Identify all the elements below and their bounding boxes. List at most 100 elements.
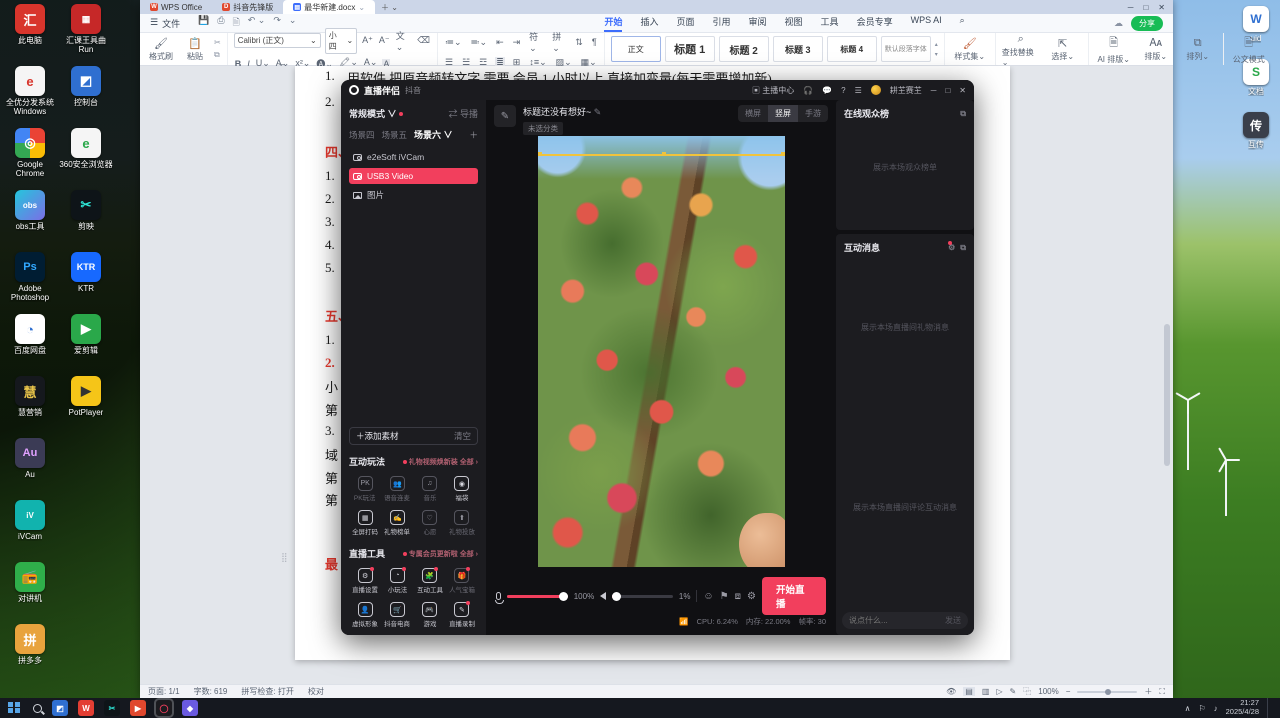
director-mode-button[interactable]: ⇄ 导播	[448, 107, 478, 120]
zoom-in-icon[interactable]: ＋	[1144, 686, 1152, 697]
maximize-button[interactable]: □	[945, 86, 950, 95]
desktop-icon[interactable]: ◎ Google Chrome	[2, 128, 58, 190]
source-item[interactable]: e2eSoft iVCam	[349, 149, 478, 165]
play-item[interactable]: ▦ 全屏打码	[349, 510, 381, 537]
view-mode-icon[interactable]: ▤	[963, 687, 975, 696]
share-button[interactable]: 分享	[1131, 15, 1163, 31]
taskbar-app-wps[interactable]: W	[78, 700, 94, 716]
tools-badge[interactable]: 专属会员更新啦 全部 ›	[401, 549, 478, 559]
search-icon[interactable]: ⌕	[960, 15, 965, 32]
microphone-icon[interactable]	[495, 592, 504, 604]
paste-button[interactable]: 📋 粘贴	[180, 37, 210, 62]
scene-switch-icon[interactable]: ⚑	[720, 591, 729, 602]
source-item-selected[interactable]: USB3 Video	[349, 168, 478, 184]
sort-icon[interactable]: ⇅	[574, 37, 584, 48]
tool-item[interactable]: ⚙ 直播设置	[349, 567, 381, 595]
paragraph-drag-handle[interactable]: ⣿	[281, 552, 288, 563]
taskbar-app-jianying[interactable]: ✂	[104, 700, 120, 716]
settings-icon[interactable]: ⚙	[747, 591, 756, 602]
feedback-icon[interactable]: 💬	[822, 86, 832, 95]
font-name-select[interactable]: Calibri (正文) ⌄	[233, 33, 321, 48]
send-button[interactable]: 发送	[945, 615, 961, 626]
vertical-scrollbar[interactable]	[1163, 66, 1171, 684]
style-set-button[interactable]: 🖌 样式集⌄	[951, 37, 989, 62]
tool-item[interactable]: 🎁 人气宝箱	[446, 567, 478, 595]
eye-protect-icon[interactable]: 👁	[946, 687, 956, 696]
edit-cover-button[interactable]: ✎	[494, 105, 516, 127]
start-streaming-button[interactable]: 开始直播	[761, 577, 827, 615]
indent-icon[interactable]: ⇥	[512, 37, 522, 48]
headset-icon[interactable]: 🎧	[803, 86, 813, 95]
tool-item[interactable]: ◔ 小玩法	[381, 567, 413, 595]
tool-item[interactable]: 👤 虚拟形象	[349, 602, 381, 629]
orientation-landscape[interactable]: 横屏	[738, 105, 768, 122]
sync-icon[interactable]: ☁	[1114, 18, 1123, 29]
copy-icon[interactable]: ⧉	[214, 50, 221, 60]
page-view-icon[interactable]: ▥	[982, 687, 990, 696]
text-effect-icon[interactable]: 文⌄	[395, 29, 413, 53]
network-icon[interactable]: ⚐	[1198, 704, 1205, 713]
category-selector[interactable]: 未选分类	[523, 122, 563, 135]
show-desktop-button[interactable]	[1267, 698, 1270, 718]
transform-guide-line[interactable]	[538, 152, 785, 156]
number-list-icon[interactable]: ≕⌄	[470, 37, 489, 48]
cut-icon[interactable]: ✂	[214, 38, 221, 47]
desktop-icon[interactable]: KTR KTR	[58, 252, 114, 314]
desktop-icon[interactable]: ◩ 控制台	[58, 66, 114, 128]
bullet-list-icon[interactable]: ≔⌄	[444, 37, 463, 48]
desktop-icon[interactable]: ✂ 剪映	[58, 190, 114, 252]
find-replace-button[interactable]: ⌕ 查找替换⌄	[1002, 32, 1040, 67]
split-icon[interactable]: ⿻	[1023, 686, 1031, 697]
outdent-icon[interactable]: ⇤	[495, 37, 505, 48]
desktop-icon[interactable]: 汇此电脑	[2, 4, 58, 66]
desktop-icon[interactable]: 慧慧营销	[2, 376, 58, 438]
minimize-button[interactable]: ─	[931, 86, 937, 95]
tab-wps-office[interactable]: W WPS Office	[140, 0, 212, 14]
add-scene-button[interactable]: ＋	[469, 129, 478, 141]
desktop-icon[interactable]: ▦ 汇课王具曲 Run	[58, 4, 114, 66]
menu-view[interactable]: 视图	[785, 15, 803, 32]
desktop-icon[interactable]: e 全优分发系统 Windows	[2, 66, 58, 128]
ai-layout-button[interactable]: 🗎 AI 排版⌄	[1095, 34, 1133, 65]
mode-selector[interactable]: 常规模式 ∨	[349, 107, 397, 120]
menu-wps-ai[interactable]: WPS AI	[911, 15, 942, 32]
increase-font-icon[interactable]: A⁺	[361, 35, 374, 46]
print-icon[interactable]: ⎙	[217, 15, 224, 31]
zoom-out-icon[interactable]: −	[1066, 687, 1071, 696]
tool-item[interactable]: ✎ 直播录制	[446, 601, 478, 629]
orientation-portrait[interactable]: 竖屏	[768, 105, 798, 122]
tool-item[interactable]: 🧩 互动工具	[414, 567, 446, 595]
proofread-status[interactable]: 校对	[308, 686, 324, 697]
select-button[interactable]: ⇱ 选择⌄	[1044, 37, 1082, 62]
desktop-icon[interactable]: Au Au	[2, 438, 58, 500]
tab-douyin-tool[interactable]: D 抖音先锋版	[212, 0, 283, 14]
desktop-icon[interactable]: obs obs工具	[2, 190, 58, 252]
taskbar-search-icon[interactable]	[33, 703, 42, 713]
desktop-icon[interactable]: 传互传	[1234, 112, 1278, 149]
menu-reference[interactable]: 引用	[713, 15, 731, 32]
style-heading1[interactable]: 标题 1	[664, 36, 715, 62]
save-icon[interactable]: 💾	[198, 15, 209, 31]
ruby-icon[interactable]: 符⌄	[528, 30, 544, 54]
clear-format-icon[interactable]: ⌫	[416, 35, 431, 46]
decrease-font-icon[interactable]: A⁻	[378, 35, 391, 46]
desktop-icon[interactable]: ▶ 爱剪辑	[58, 314, 114, 376]
font-size-select[interactable]: 小四 ⌄	[324, 27, 358, 54]
taskbar-app-media[interactable]: ▶	[130, 700, 146, 716]
help-icon[interactable]: ?	[841, 86, 845, 95]
close-button[interactable]: ✕	[1158, 3, 1165, 12]
orientation-game[interactable]: 手游	[798, 105, 828, 122]
menu-insert[interactable]: 插入	[640, 15, 658, 32]
word-count[interactable]: 字数: 619	[194, 686, 228, 697]
tab-document[interactable]: ▤ 最华新建.docx ⌄	[283, 0, 376, 14]
add-material-button[interactable]: ＋ 添加素材 清空	[349, 427, 478, 445]
style-heading4[interactable]: 标题 4	[826, 36, 877, 62]
read-mode-icon[interactable]: ▷	[996, 687, 1002, 696]
play-item[interactable]: ◉ 福袋	[446, 476, 478, 503]
menu-icon[interactable]: ☰	[855, 86, 862, 95]
play-item[interactable]: ♡ 心愿	[414, 510, 446, 537]
new-tab-button[interactable]: ＋ ⌄	[375, 0, 404, 14]
pinyin-icon[interactable]: 拼⌄	[551, 30, 567, 54]
play-item[interactable]: PK PK玩法	[349, 476, 381, 503]
style-normal[interactable]: 正文	[610, 36, 661, 62]
